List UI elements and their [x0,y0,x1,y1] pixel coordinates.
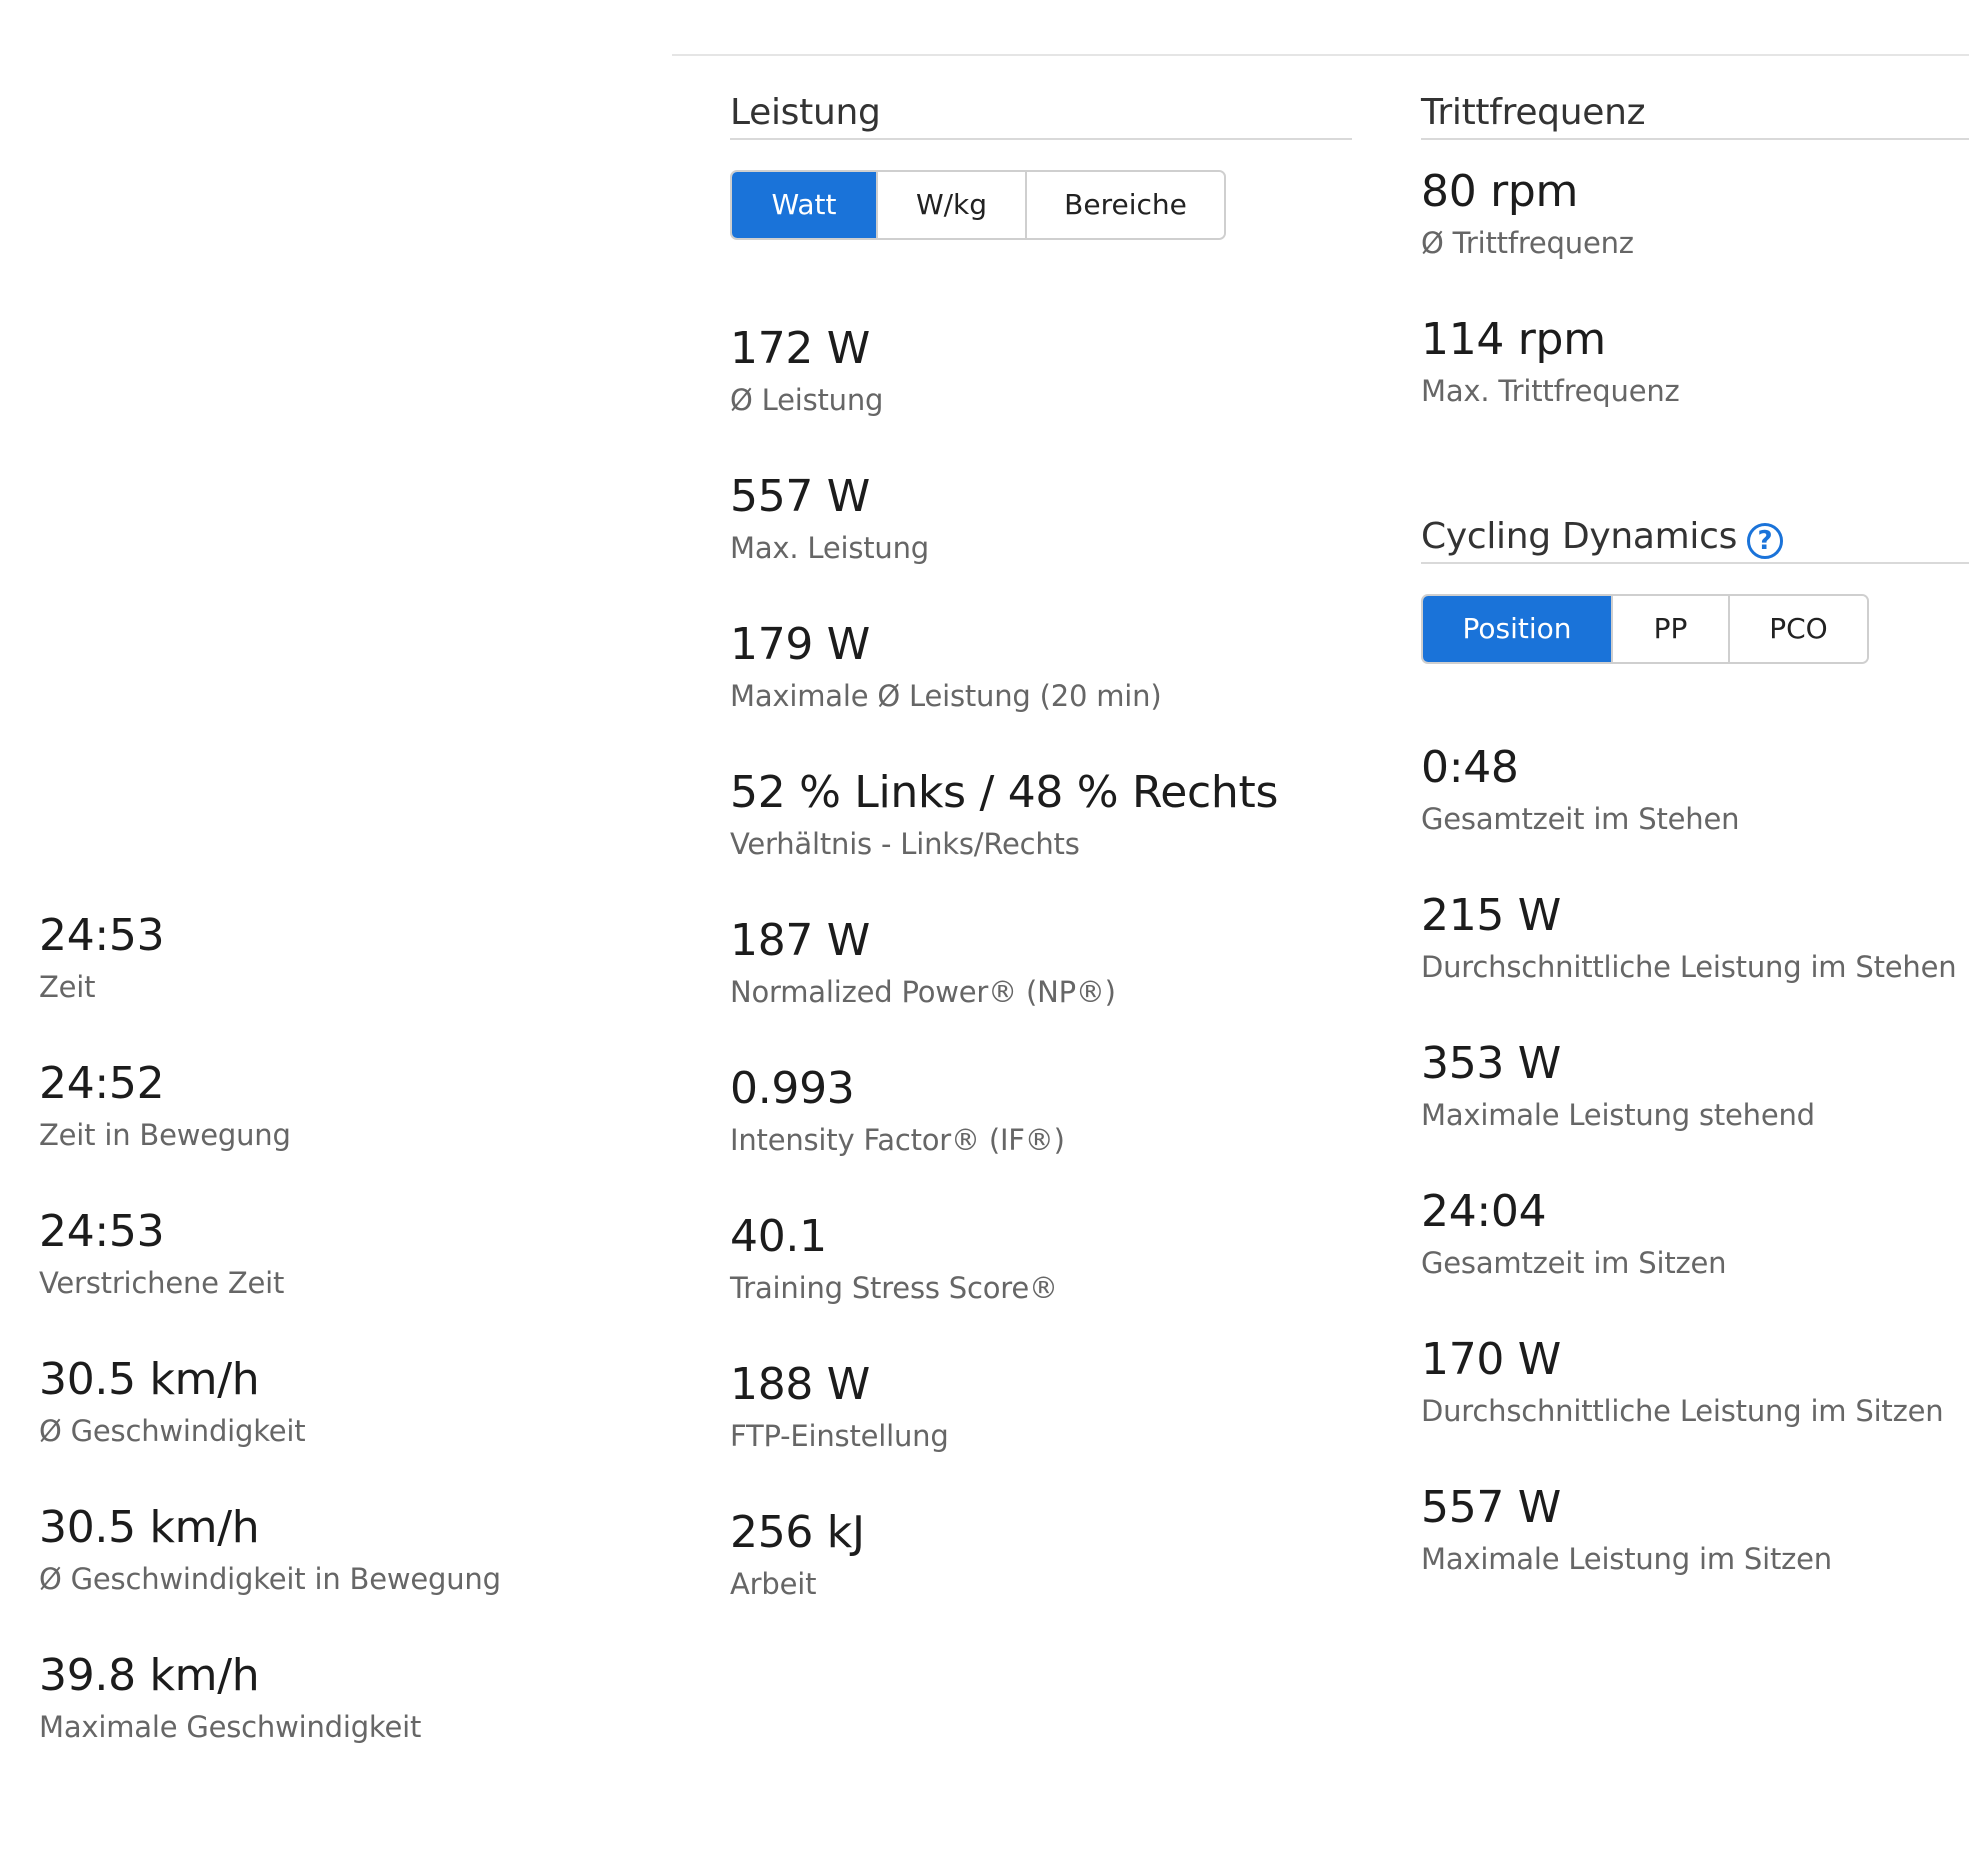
power-unit-toggle: Watt W/kg Bereiche [730,170,1226,240]
stat-avg-speed: 30.5 km/h Ø Geschwindigkeit [39,1348,639,1496]
tab-pco[interactable]: PCO [1730,596,1867,662]
stat-label: Maximale Ø Leistung (20 min) [730,679,1162,713]
stat-intensity-factor: 0.993 Intensity Factor® (IF®) [730,1057,1352,1205]
tab-watt[interactable]: Watt [732,172,878,238]
stat-label: Zeit in Bewegung [39,1118,291,1152]
stat-label: Ø Trittfrequenz [1421,226,1634,260]
stat-label: Max. Trittfrequenz [1421,374,1680,408]
dynamics-stats: 0:48 Gesamtzeit im Stehen 215 W Durchsch… [1421,736,1969,1624]
stat-max-avg-power-20min: 179 W Maximale Ø Leistung (20 min) [730,613,1352,761]
cadence-section-title: Trittfrequenz [1421,92,1646,133]
stat-value: 557 W [1421,1482,1561,1533]
power-section-header: Leistung [730,88,1352,140]
stat-value: 557 W [730,471,870,522]
stat-value: 24:04 [1421,1186,1547,1237]
stat-label: Verhältnis - Links/Rechts [730,827,1080,861]
stat-value: 187 W [730,915,870,966]
stat-left-right-balance: 52 % Links / 48 % Rechts Verhältnis - Li… [730,761,1352,909]
power-section-title: Leistung [730,92,881,133]
stat-max-power-seated: 557 W Maximale Leistung im Sitzen [1421,1476,1969,1624]
stat-label: Durchschnittliche Leistung im Sitzen [1421,1394,1944,1428]
cadence-section-header: Trittfrequenz [1421,88,1969,140]
timing-panel: 24:53 Zeit 24:52 Zeit in Bewegung 24:53 … [39,904,639,1792]
stat-label: Maximale Geschwindigkeit [39,1710,422,1744]
stat-time: 24:53 Zeit [39,904,639,1052]
stat-ftp-setting: 188 W FTP-Einstellung [730,1353,1352,1501]
stat-label: Ø Geschwindigkeit in Bewegung [39,1562,501,1596]
stat-avg-power-seated: 170 W Durchschnittliche Leistung im Sitz… [1421,1328,1969,1476]
stat-value: 172 W [730,323,870,374]
stat-value: 39.8 km/h [39,1650,260,1701]
stat-total-time-seated: 24:04 Gesamtzeit im Sitzen [1421,1180,1969,1328]
stat-label: Gesamtzeit im Sitzen [1421,1246,1727,1280]
stat-moving-time: 24:52 Zeit in Bewegung [39,1052,639,1200]
stat-label: Gesamtzeit im Stehen [1421,802,1740,836]
stat-value: 170 W [1421,1334,1561,1385]
stat-value: 30.5 km/h [39,1354,260,1405]
stat-value: 353 W [1421,1038,1561,1089]
stat-max-power-standing: 353 W Maximale Leistung stehend [1421,1032,1969,1180]
top-divider [672,54,1969,56]
stat-value: 24:53 [39,1206,165,1257]
tab-position[interactable]: Position [1423,596,1613,662]
stat-total-time-standing: 0:48 Gesamtzeit im Stehen [1421,736,1969,884]
stat-avg-cadence: 80 rpm Ø Trittfrequenz [1421,160,1969,308]
stat-value: 114 rpm [1421,314,1606,365]
stat-avg-power-standing: 215 W Durchschnittliche Leistung im Steh… [1421,884,1969,1032]
power-stats: 172 W Ø Leistung 557 W Max. Leistung 179… [730,317,1352,1649]
stat-value: 188 W [730,1359,870,1410]
stat-elapsed-time: 24:53 Verstrichene Zeit [39,1200,639,1348]
stat-value: 256 kJ [730,1507,865,1558]
stat-max-cadence: 114 rpm Max. Trittfrequenz [1421,308,1969,456]
stat-label: Verstrichene Zeit [39,1266,285,1300]
stat-label: Training Stress Score® [730,1271,1058,1305]
stat-max-speed: 39.8 km/h Maximale Geschwindigkeit [39,1644,639,1792]
cycling-dynamics-header: Cycling Dynamics? [1421,512,1969,564]
stat-value: 40.1 [730,1211,827,1262]
stat-label: Max. Leistung [730,531,929,565]
stat-label: FTP-Einstellung [730,1419,949,1453]
tab-pp[interactable]: PP [1613,596,1730,662]
stat-training-stress-score: 40.1 Training Stress Score® [730,1205,1352,1353]
stat-work: 256 kJ Arbeit [730,1501,1352,1649]
stat-label: Durchschnittliche Leistung im Stehen [1421,950,1957,984]
stat-label: Normalized Power® (NP®) [730,975,1116,1009]
stat-label: Arbeit [730,1567,817,1601]
stat-value: 52 % Links / 48 % Rechts [730,767,1279,818]
stat-label: Ø Geschwindigkeit [39,1414,306,1448]
stat-value: 24:53 [39,910,165,961]
stat-value: 24:52 [39,1058,165,1109]
question-circle-icon[interactable]: ? [1747,522,1784,559]
stat-value: 179 W [730,619,870,670]
stat-value: 0.993 [730,1063,855,1114]
stat-value: 80 rpm [1421,166,1579,217]
stat-max-power: 557 W Max. Leistung [730,465,1352,613]
dynamics-view-toggle: Position PP PCO [1421,594,1869,664]
stat-value: 215 W [1421,890,1561,941]
cycling-dynamics-title: Cycling Dynamics [1421,516,1738,557]
stat-label: Ø Leistung [730,383,884,417]
stat-avg-moving-speed: 30.5 km/h Ø Geschwindigkeit in Bewegung [39,1496,639,1644]
stat-normalized-power: 187 W Normalized Power® (NP®) [730,909,1352,1057]
stat-label: Intensity Factor® (IF®) [730,1123,1065,1157]
stat-value: 30.5 km/h [39,1502,260,1553]
tab-w-per-kg[interactable]: W/kg [878,172,1027,238]
tab-zones[interactable]: Bereiche [1027,172,1224,238]
power-panel: Leistung Watt W/kg Bereiche 172 W Ø Leis… [730,88,1352,1649]
stat-label: Maximale Leistung im Sitzen [1421,1542,1832,1576]
cadence-stats: 80 rpm Ø Trittfrequenz 114 rpm Max. Trit… [1421,160,1969,456]
stat-avg-power: 172 W Ø Leistung [730,317,1352,465]
stat-value: 0:48 [1421,742,1519,793]
cycling-dynamics-section: Cycling Dynamics? Position PP PCO 0:48 G… [1421,512,1969,1624]
stat-label: Maximale Leistung stehend [1421,1098,1815,1132]
stat-label: Zeit [39,970,96,1004]
cadence-panel: Trittfrequenz 80 rpm Ø Trittfrequenz 114… [1421,88,1969,1624]
